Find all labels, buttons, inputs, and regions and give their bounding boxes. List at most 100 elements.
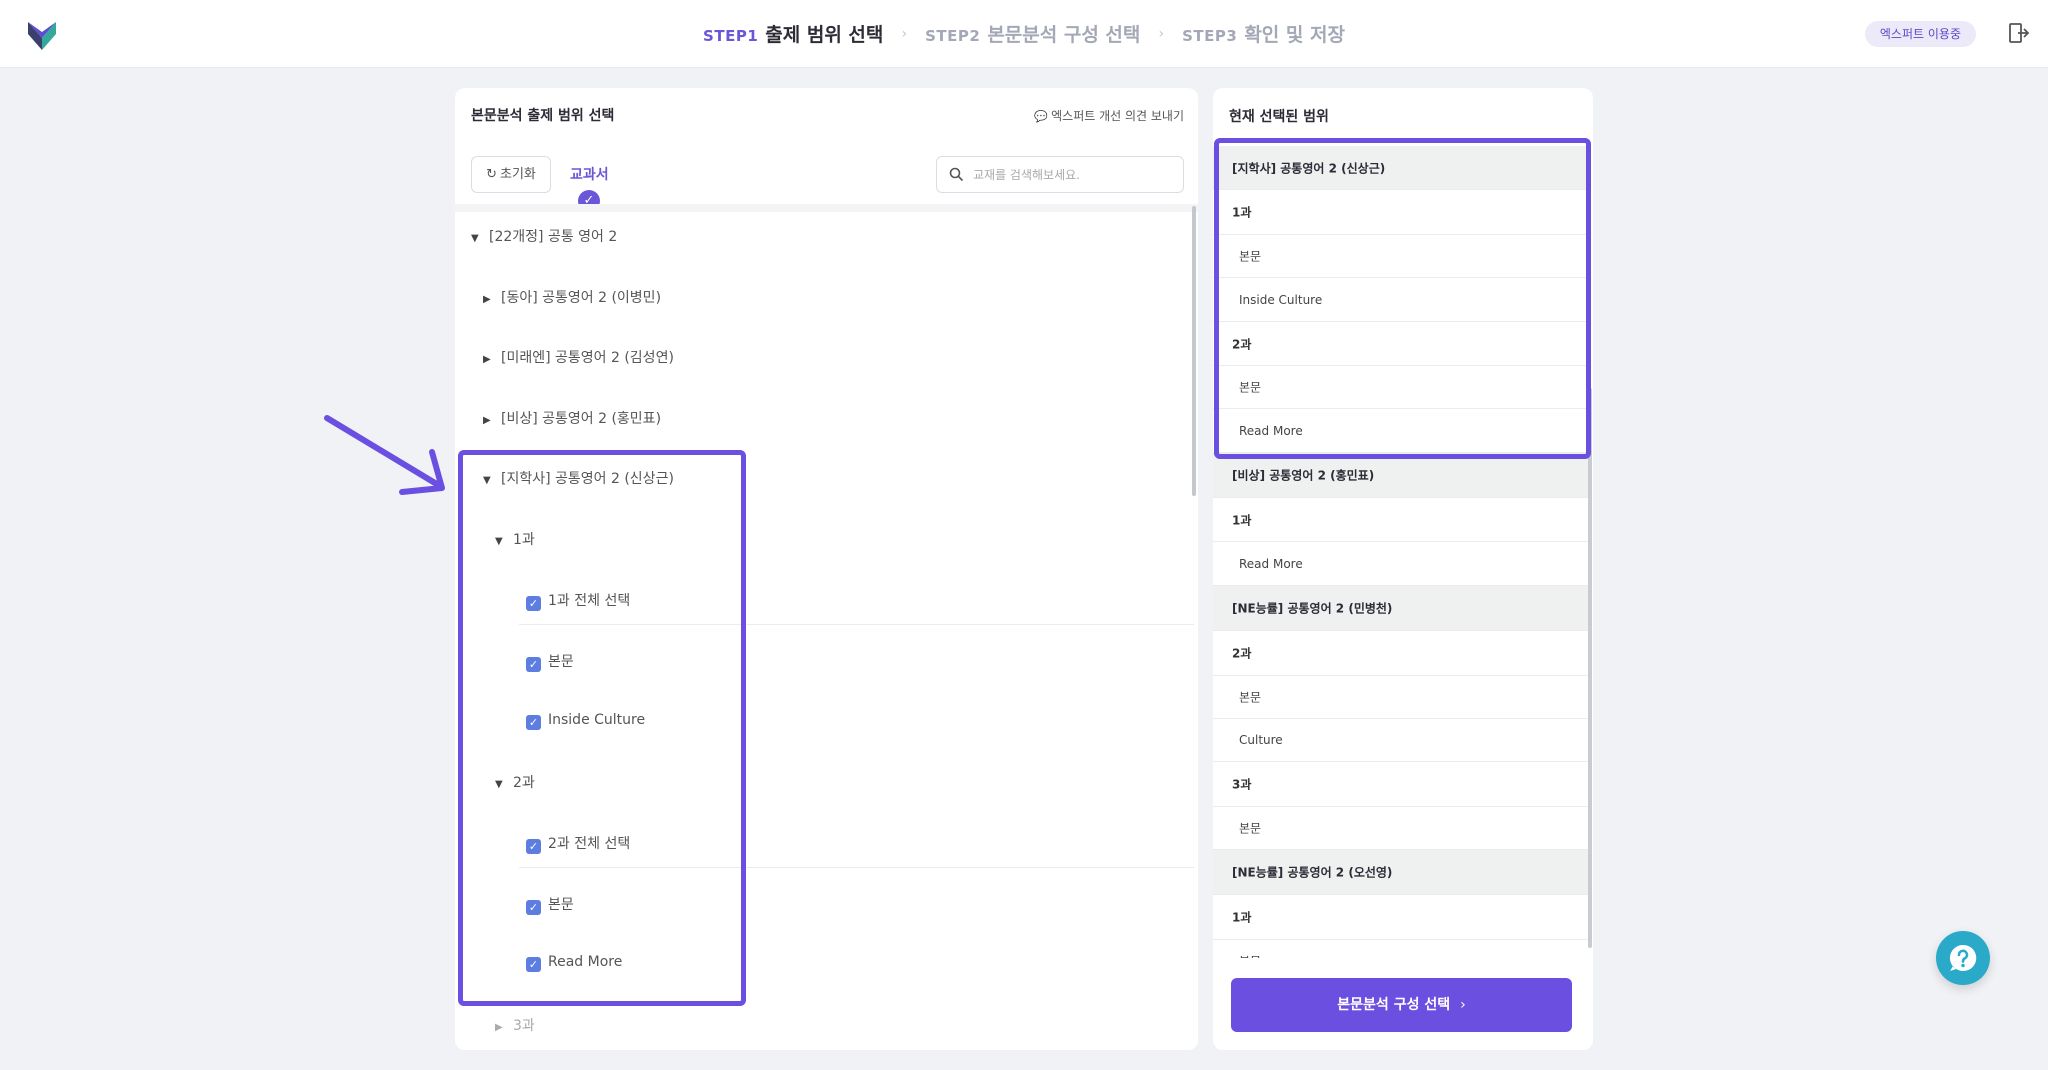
tree-item-label: 2과 전체 선택 xyxy=(548,836,631,852)
arrow-icon xyxy=(324,415,445,495)
tree-node[interactable]: ▶ [비상] 공통영어 2 (홍민표) xyxy=(483,408,661,428)
tree-node-label: 3과 xyxy=(513,1018,535,1034)
step-label: 출제 범위 선택 xyxy=(765,24,884,46)
checkbox-checked-icon[interactable]: ✓ xyxy=(526,957,541,972)
search-box xyxy=(936,156,1184,193)
tree-node-lesson[interactable]: ▼ 1과 xyxy=(495,529,535,549)
selected-lesson-label: 1과 xyxy=(1232,910,1252,925)
refresh-icon: ↻ xyxy=(486,167,497,182)
tree-checkbox-item[interactable]: ✓ 본문 xyxy=(526,651,574,672)
selected-lesson-label: 2과 xyxy=(1232,646,1252,661)
next-step-button-label: 본문분석 구성 선택 xyxy=(1337,997,1451,1013)
tab-textbook[interactable]: 교과서 xyxy=(570,164,609,184)
selected-book-label: [NE능률] 공통영어 2 (오선영) xyxy=(1232,865,1393,880)
selected-part: Read More xyxy=(1213,409,1589,453)
tree-item-label: Inside Culture xyxy=(548,712,646,728)
selected-part: 본문 xyxy=(1213,235,1589,278)
caret-down-icon: ▼ xyxy=(471,233,479,244)
tree-node-label: [지학사] 공통영어 2 (신상근) xyxy=(501,471,674,487)
checkbox-checked-icon[interactable]: ✓ xyxy=(526,900,541,915)
scope-selection-panel: 본문분석 출제 범위 선택 💬 엑스퍼트 개선 의견 보내기 ↻ 초기화 교과서 ✓… xyxy=(455,88,1198,1050)
tree-node-lesson[interactable]: ▶ 3과 xyxy=(495,1015,535,1035)
selected-part: 본문 xyxy=(1213,366,1589,409)
step-2[interactable]: STEP2 본문분석 구성 선택 xyxy=(925,20,1140,47)
tree-node[interactable]: ▶ [동아] 공통영어 2 (이병민) xyxy=(483,287,661,307)
row-divider xyxy=(519,867,1194,868)
selected-lesson-label: 1과 xyxy=(1232,205,1252,220)
tree-checkbox-item[interactable]: ✓ Read More xyxy=(526,954,622,972)
panel-title: 본문분석 출제 범위 선택 xyxy=(471,108,615,124)
caret-right-icon: ▶ xyxy=(483,415,491,426)
tree-node-label: [동아] 공통영어 2 (이병민) xyxy=(501,290,662,306)
tree-node-lesson[interactable]: ▼ 2과 xyxy=(495,772,535,792)
feedback-link-label: 엑스퍼트 개선 의견 보내기 xyxy=(1051,109,1184,123)
selected-part-label: 본문 xyxy=(1239,249,1262,264)
selected-part-label: 본문 xyxy=(1239,821,1262,836)
step-label: 본문분석 구성 선택 xyxy=(987,24,1141,46)
selected-part-label: 본문 xyxy=(1239,380,1262,395)
search-icon xyxy=(949,167,964,182)
search-input[interactable] xyxy=(973,163,1173,187)
selected-part: Inside Culture xyxy=(1213,278,1589,322)
reset-button-label: 초기화 xyxy=(500,167,536,182)
selected-lesson: 3과 xyxy=(1213,762,1589,807)
help-button[interactable] xyxy=(1936,931,1990,985)
selected-part-label: Read More xyxy=(1239,556,1303,571)
tree-node[interactable]: ▼ [22개정] 공통 영어 2 xyxy=(471,226,617,246)
checkbox-checked-icon[interactable]: ✓ xyxy=(526,839,541,854)
chevron-right-icon: › xyxy=(1158,25,1165,42)
selected-lesson: 2과 xyxy=(1213,322,1589,366)
selected-lesson-label: 1과 xyxy=(1232,513,1252,527)
tree-checkbox-item[interactable]: ✓ 2과 전체 선택 xyxy=(526,833,630,854)
checkbox-checked-icon[interactable]: ✓ xyxy=(526,657,541,672)
help-chat-icon xyxy=(1949,944,1977,971)
selected-lesson: 2과 xyxy=(1213,631,1589,676)
tree-item-label: Read More xyxy=(548,954,623,970)
scrollbar[interactable] xyxy=(1192,206,1196,496)
selected-part: Culture xyxy=(1213,719,1589,762)
caret-down-icon: ▼ xyxy=(483,475,491,486)
selected-book: [비상] 공통영어 2 (홍민표) xyxy=(1213,453,1589,498)
step-number: STEP1 xyxy=(703,27,759,45)
top-header: STEP1 출제 범위 선택 › STEP2 본문분석 구성 선택 › STEP3 확… xyxy=(0,0,2048,68)
step-number: STEP2 xyxy=(925,27,981,45)
selected-book-label: [NE능률] 공통영어 2 (민병천) xyxy=(1232,601,1393,616)
selected-book-label: [비상] 공통영어 2 (홍민표) xyxy=(1232,468,1375,483)
step-label: 확인 및 저장 xyxy=(1244,24,1345,46)
expert-status-badge[interactable]: 엑스퍼트 이용중 xyxy=(1864,21,1976,47)
caret-right-icon: ▶ xyxy=(483,354,491,365)
selected-lesson: 1과 xyxy=(1213,498,1589,542)
chevron-right-icon: › xyxy=(901,25,908,42)
checkbox-checked-icon[interactable]: ✓ xyxy=(526,596,541,611)
exit-icon[interactable] xyxy=(2008,22,2030,44)
tree-node-label: [미래엔] 공통영어 2 (김성연) xyxy=(501,350,674,366)
selected-book: [NE능률] 공통영어 2 (오선영) xyxy=(1213,850,1589,895)
step-indicator: STEP1 출제 범위 선택 › STEP2 본문분석 구성 선택 › STEP3 확… xyxy=(0,20,2048,47)
tree-item-label: 1과 전체 선택 xyxy=(548,593,631,609)
selected-scope-list: [지학사] 공통영어 2 (신상근) 1과 본문 Inside Culture … xyxy=(1213,146,1593,1026)
selected-part-label: Read More xyxy=(1239,423,1303,438)
checkbox-checked-icon[interactable]: ✓ xyxy=(526,715,541,730)
selected-part-label: 본문 xyxy=(1239,690,1262,705)
reset-button[interactable]: ↻ 초기화 xyxy=(471,156,551,193)
tree-node[interactable]: ▶ [미래엔] 공통영어 2 (김성연) xyxy=(483,347,674,367)
tree-node-label: 2과 xyxy=(513,775,535,791)
step-3[interactable]: STEP3 확인 및 저장 xyxy=(1182,20,1345,47)
tree-node-label: [22개정] 공통 영어 2 xyxy=(489,229,618,245)
tree-node-label: [비상] 공통영어 2 (홍민표) xyxy=(501,411,662,427)
selected-lesson-label: 3과 xyxy=(1232,777,1252,792)
tree-checkbox-item[interactable]: ✓ 본문 xyxy=(526,894,574,915)
tree-node[interactable]: ▼ [지학사] 공통영어 2 (신상근) xyxy=(483,468,674,488)
selected-lesson: 1과 xyxy=(1213,190,1589,235)
tree-checkbox-item[interactable]: ✓ Inside Culture xyxy=(526,712,645,730)
scrollbar[interactable] xyxy=(1588,388,1592,948)
feedback-link[interactable]: 💬 엑스퍼트 개선 의견 보내기 xyxy=(1034,107,1184,124)
chat-bubble-icon: 💬 xyxy=(1034,110,1049,123)
next-step-button[interactable]: 본문분석 구성 선택 › xyxy=(1231,978,1572,1032)
selected-book: [지학사] 공통영어 2 (신상근) xyxy=(1213,146,1589,190)
selected-book-label: [지학사] 공통영어 2 (신상근) xyxy=(1232,161,1386,175)
selected-part: 본문 xyxy=(1213,807,1589,850)
step-1[interactable]: STEP1 출제 범위 선택 xyxy=(703,20,883,47)
chevron-right-icon: › xyxy=(1460,997,1466,1013)
tree-checkbox-item[interactable]: ✓ 1과 전체 선택 xyxy=(526,590,630,611)
